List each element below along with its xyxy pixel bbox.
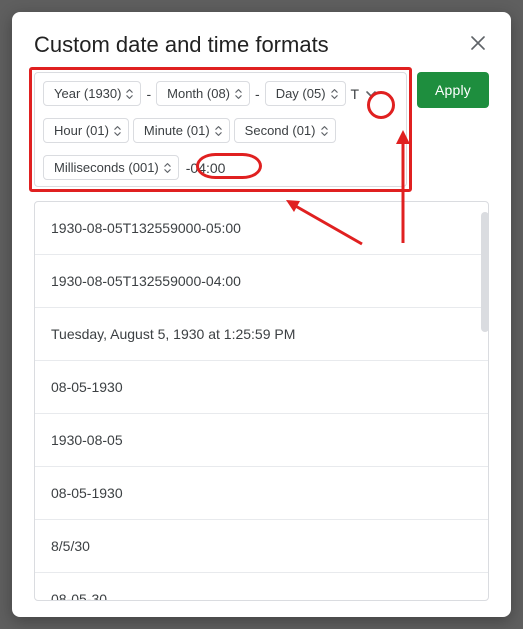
format-option[interactable]: 1930-08-05T132559000-04:00: [35, 255, 488, 308]
timezone-text-input[interactable]: [183, 158, 237, 178]
apply-button[interactable]: Apply: [417, 72, 489, 108]
format-option[interactable]: 08-05-30: [35, 573, 488, 601]
format-option[interactable]: 1930-08-05T132559000-05:00: [35, 202, 488, 255]
format-token-box[interactable]: Year (1930) - Month (08) - Day (05) T Ho…: [34, 72, 407, 187]
chevron-updown-icon: [113, 124, 122, 138]
close-button[interactable]: [467, 32, 489, 57]
separator-dash: -: [254, 86, 261, 102]
chevron-updown-icon: [214, 124, 223, 138]
format-options-list: 1930-08-05T132559000-05:00 1930-08-05T13…: [34, 201, 489, 601]
format-option[interactable]: Tuesday, August 5, 1930 at 1:25:59 PM: [35, 308, 488, 361]
token-milliseconds[interactable]: Milliseconds (001): [43, 155, 179, 180]
separator-dash: -: [145, 86, 152, 102]
token-day[interactable]: Day (05): [265, 81, 346, 106]
format-option[interactable]: 1930-08-05: [35, 414, 488, 467]
custom-date-time-dialog: Custom date and time formats Year (1930)…: [12, 12, 511, 617]
chevron-updown-icon: [330, 87, 339, 101]
token-hour[interactable]: Hour (01): [43, 118, 129, 143]
dialog-header: Custom date and time formats: [34, 32, 489, 58]
token-label: Day (05): [276, 86, 326, 101]
format-builder-row: Year (1930) - Month (08) - Day (05) T Ho…: [34, 72, 489, 187]
chevron-down-icon[interactable]: [364, 87, 378, 101]
chevron-updown-icon: [320, 124, 329, 138]
token-label: Minute (01): [144, 123, 210, 138]
token-second[interactable]: Second (01): [234, 118, 336, 143]
format-option[interactable]: 08-05-1930: [35, 361, 488, 414]
format-option[interactable]: 08-05-1930: [35, 467, 488, 520]
format-option[interactable]: 8/5/30: [35, 520, 488, 573]
scrollbar-thumb[interactable]: [481, 212, 489, 332]
token-month[interactable]: Month (08): [156, 81, 250, 106]
token-minute[interactable]: Minute (01): [133, 118, 230, 143]
token-label: Month (08): [167, 86, 230, 101]
close-icon: [471, 36, 485, 50]
token-label: Second (01): [245, 123, 316, 138]
token-label: Milliseconds (001): [54, 160, 159, 175]
chevron-updown-icon: [125, 87, 134, 101]
token-year[interactable]: Year (1930): [43, 81, 141, 106]
dialog-title: Custom date and time formats: [34, 32, 329, 58]
token-label: Year (1930): [54, 86, 121, 101]
chevron-updown-icon: [234, 87, 243, 101]
separator-T: T: [350, 86, 361, 102]
token-label: Hour (01): [54, 123, 109, 138]
chevron-updown-icon: [163, 161, 172, 175]
